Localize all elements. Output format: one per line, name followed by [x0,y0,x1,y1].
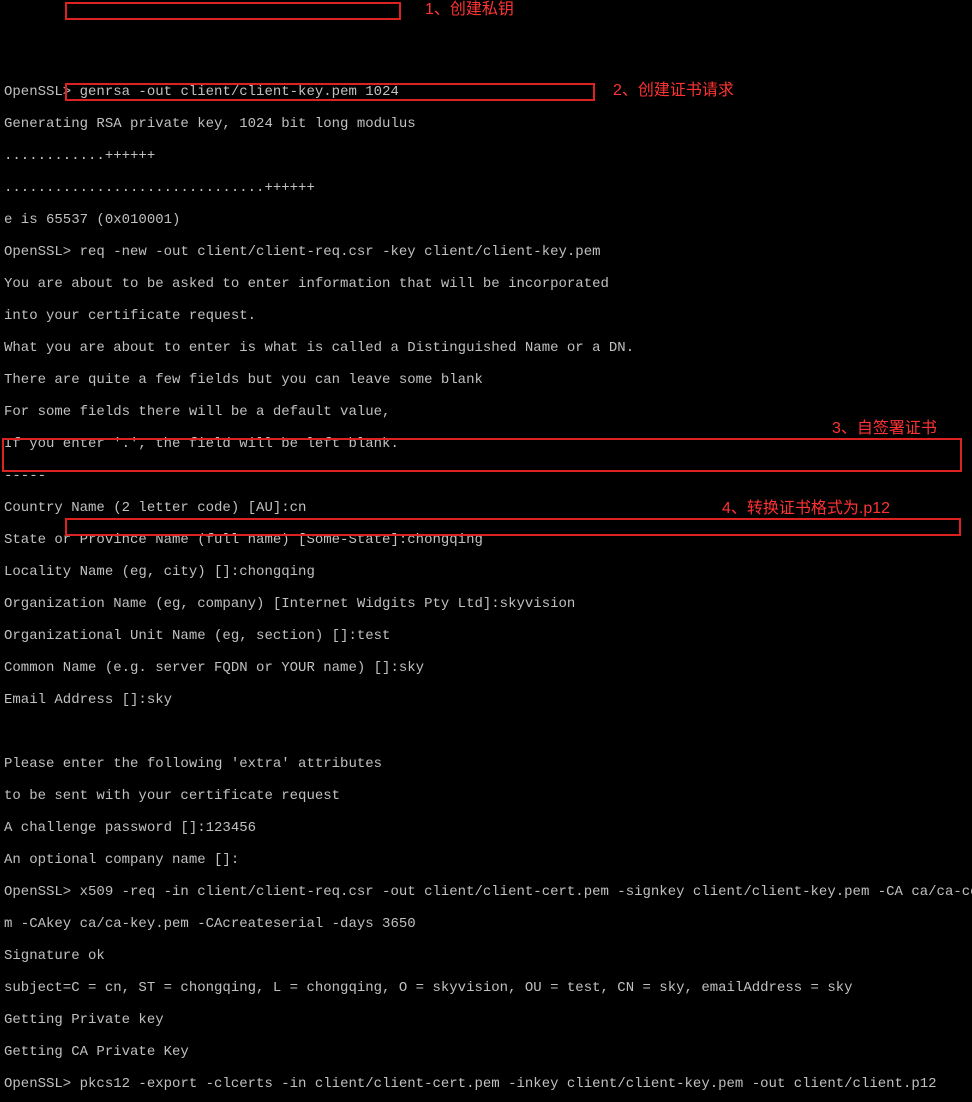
output-line: ----- [4,468,972,484]
output-line: to be sent with your certificate request [4,788,972,804]
annotation-4: 4、转换证书格式为.p12 [722,501,890,517]
command-line-4[interactable]: OpenSSL> pkcs12 -export -clcerts -in cli… [4,1076,972,1092]
output-line: Common Name (e.g. server FQDN or YOUR na… [4,660,972,676]
output-line: into your certificate request. [4,308,972,324]
output-line: Generating RSA private key, 1024 bit lon… [4,116,972,132]
annotation-1: 1、创建私钥 [425,2,514,18]
command-text: req -new -out client/client-req.csr -key… [80,244,601,260]
output-line: Organizational Unit Name (eg, section) [… [4,628,972,644]
output-line: For some fields there will be a default … [4,404,972,420]
terminal-output: OpenSSL> genrsa -out client/client-key.p… [0,64,972,1102]
output-line: Getting CA Private Key [4,1044,972,1060]
output-line: What you are about to enter is what is c… [4,340,972,356]
annotation-2: 2、创建证书请求 [613,83,734,99]
output-line: ............++++++ [4,148,972,164]
output-line: Email Address []:sky [4,692,972,708]
output-line: Signature ok [4,948,972,964]
annotation-3: 3、自签署证书 [832,421,937,437]
prompt: OpenSSL> [4,244,71,260]
output-line: Please enter the following 'extra' attri… [4,756,972,772]
command-line-2[interactable]: OpenSSL> req -new -out client/client-req… [4,244,972,260]
command-line-3b[interactable]: m -CAkey ca/ca-key.pem -CAcreateserial -… [4,916,972,932]
command-text: pkcs12 -export -clcerts -in client/clien… [80,1076,937,1092]
output-line: Organization Name (eg, company) [Interne… [4,596,972,612]
output-line: Locality Name (eg, city) []:chongqing [4,564,972,580]
prompt: OpenSSL> [4,1076,71,1092]
highlight-box-1 [65,2,401,20]
command-line-1[interactable]: OpenSSL> genrsa -out client/client-key.p… [4,84,972,100]
output-line: State or Province Name (full name) [Some… [4,532,972,548]
command-text: genrsa -out client/client-key.pem 1024 [80,84,399,100]
prompt: OpenSSL> [4,84,71,100]
command-line-3a[interactable]: OpenSSL> x509 -req -in client/client-req… [4,884,972,900]
output-line: subject=C = cn, ST = chongqing, L = chon… [4,980,972,996]
output-line: ...............................++++++ [4,180,972,196]
output-line: Getting Private key [4,1012,972,1028]
output-line: e is 65537 (0x010001) [4,212,972,228]
output-line: There are quite a few fields but you can… [4,372,972,388]
output-line: A challenge password []:123456 [4,820,972,836]
output-line [4,724,972,740]
output-line: You are about to be asked to enter infor… [4,276,972,292]
output-line: If you enter '.', the field will be left… [4,436,972,452]
output-line: An optional company name []: [4,852,972,868]
